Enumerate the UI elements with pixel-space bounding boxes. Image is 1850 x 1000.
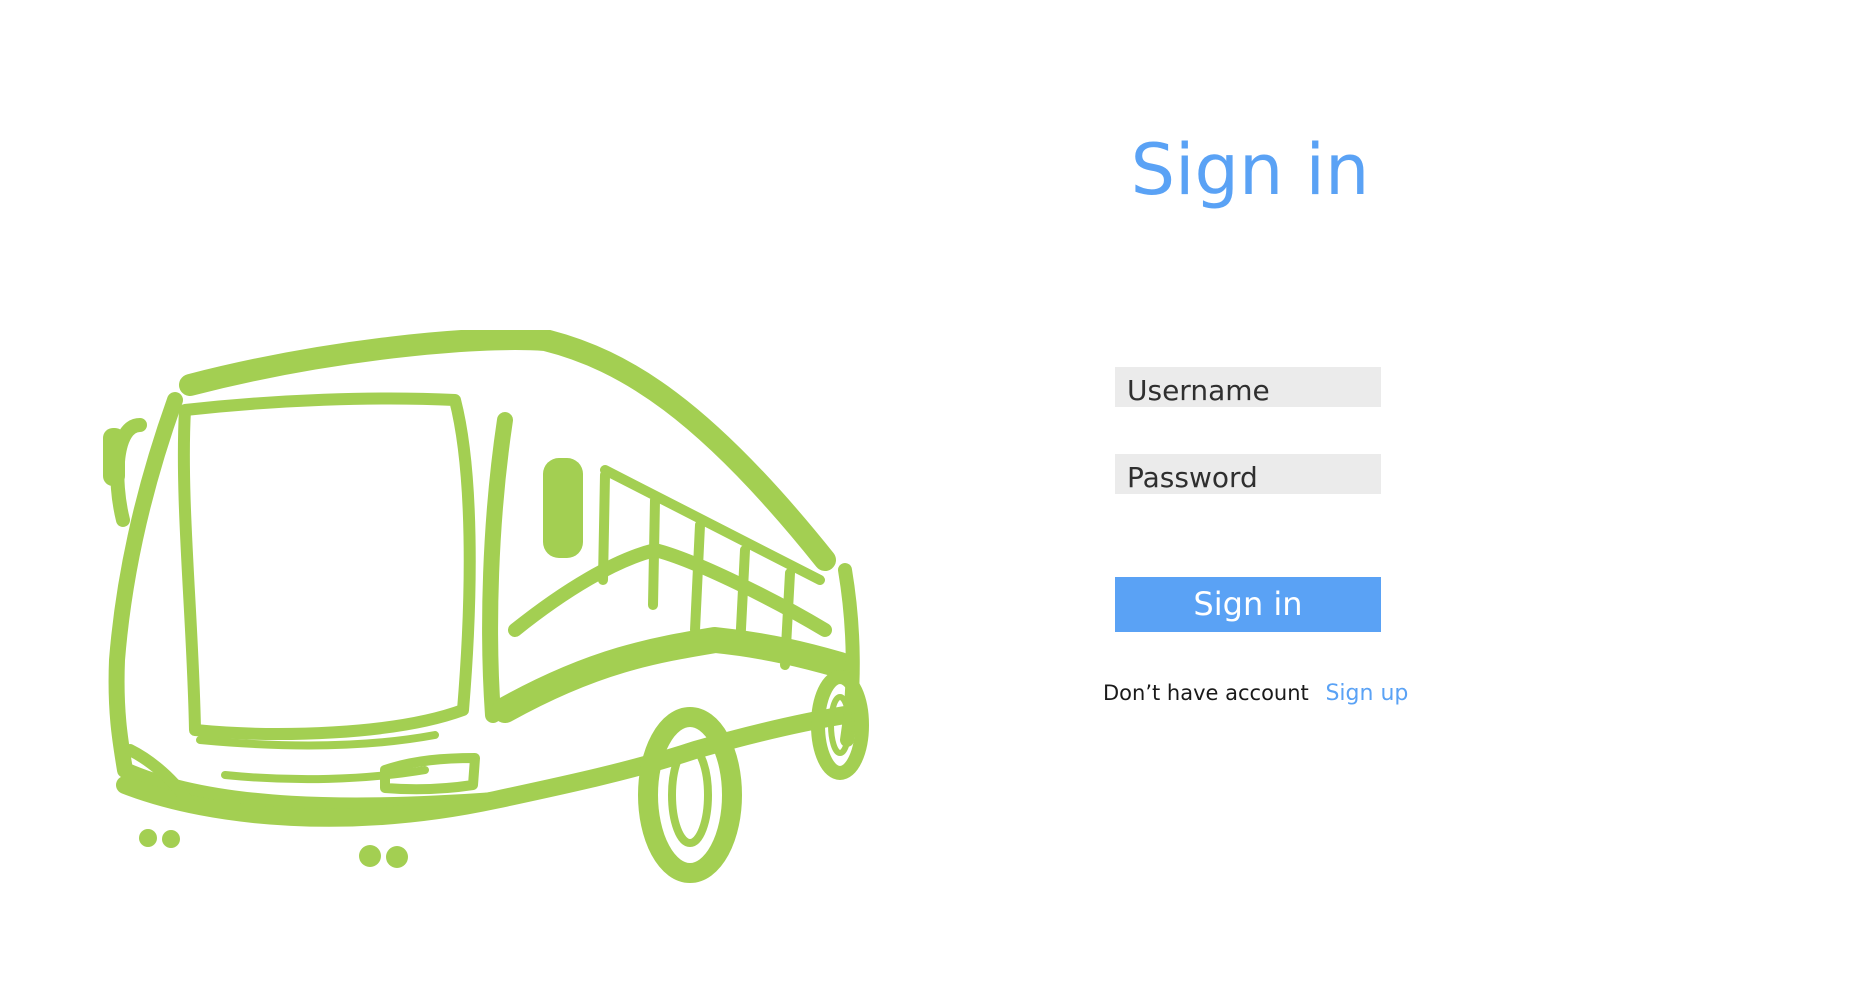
username-input[interactable] (1115, 367, 1381, 407)
sign-in-button[interactable]: Sign in (1115, 577, 1381, 632)
signup-prompt: Don’t have account Sign up (1103, 677, 1408, 709)
bus-icon (103, 330, 869, 883)
sign-up-link[interactable]: Sign up (1325, 681, 1408, 706)
no-account-text: Don’t have account (1103, 681, 1309, 705)
page-title: Sign in (1130, 129, 1370, 211)
sign-in-page: Sign in Sign in Don’t have account Sign … (0, 0, 1850, 1000)
password-input[interactable] (1115, 454, 1381, 494)
